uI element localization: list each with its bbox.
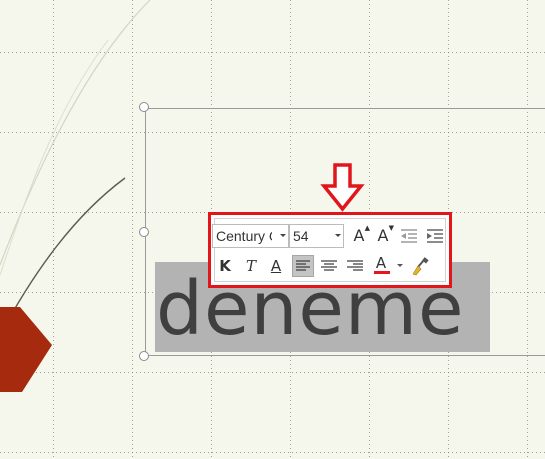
align-center-button[interactable] bbox=[318, 255, 340, 277]
grow-font-icon: A bbox=[353, 226, 365, 245]
format-painter-button[interactable] bbox=[409, 255, 431, 277]
align-left-icon bbox=[296, 260, 310, 271]
decrease-indent-button[interactable] bbox=[398, 225, 420, 247]
down-arrow-annotation-icon bbox=[320, 163, 365, 212]
resize-handle-top-left[interactable] bbox=[139, 102, 149, 112]
chevron-down-icon[interactable] bbox=[280, 234, 286, 237]
font-size-combo[interactable]: 54 bbox=[289, 224, 344, 248]
align-right-button[interactable] bbox=[344, 255, 366, 277]
resize-handle-middle-left[interactable] bbox=[139, 227, 149, 237]
increase-indent-button[interactable] bbox=[424, 225, 446, 247]
font-color-button[interactable]: A bbox=[370, 253, 392, 275]
slide-canvas[interactable]: deneme Century G 54 A ▲ A ▼ bbox=[0, 0, 545, 459]
align-right-icon bbox=[347, 260, 363, 271]
increase-indent-icon bbox=[427, 229, 443, 243]
shrink-font-icon: A bbox=[377, 226, 389, 245]
font-size-value: 54 bbox=[293, 228, 309, 244]
text-shadow-button[interactable]: A bbox=[265, 255, 287, 277]
italic-label: T bbox=[245, 257, 256, 275]
font-name-combo[interactable]: Century G bbox=[212, 224, 289, 248]
bold-label: K bbox=[219, 257, 231, 275]
font-name-value: Century G bbox=[216, 228, 272, 244]
format-painter-icon bbox=[412, 257, 429, 276]
accent-shape bbox=[0, 307, 52, 392]
shrink-font-button[interactable]: A ▼ bbox=[372, 224, 394, 247]
font-color-dropdown-icon[interactable] bbox=[397, 264, 403, 267]
caret-up-icon: ▲ bbox=[364, 224, 370, 232]
caret-down-icon: ▼ bbox=[388, 224, 394, 232]
text-shadow-label: A bbox=[270, 257, 282, 275]
italic-button[interactable]: T bbox=[240, 255, 262, 277]
chevron-down-icon[interactable] bbox=[335, 234, 341, 237]
grow-font-button[interactable]: A ▲ bbox=[348, 224, 370, 247]
font-color-icon: A bbox=[375, 254, 387, 272]
decrease-indent-icon bbox=[401, 229, 417, 243]
font-color-swatch bbox=[374, 271, 390, 274]
resize-handle-bottom-left[interactable] bbox=[139, 351, 149, 361]
bold-button[interactable]: K bbox=[214, 255, 236, 277]
align-center-icon bbox=[321, 260, 337, 271]
align-left-button[interactable] bbox=[292, 255, 314, 277]
